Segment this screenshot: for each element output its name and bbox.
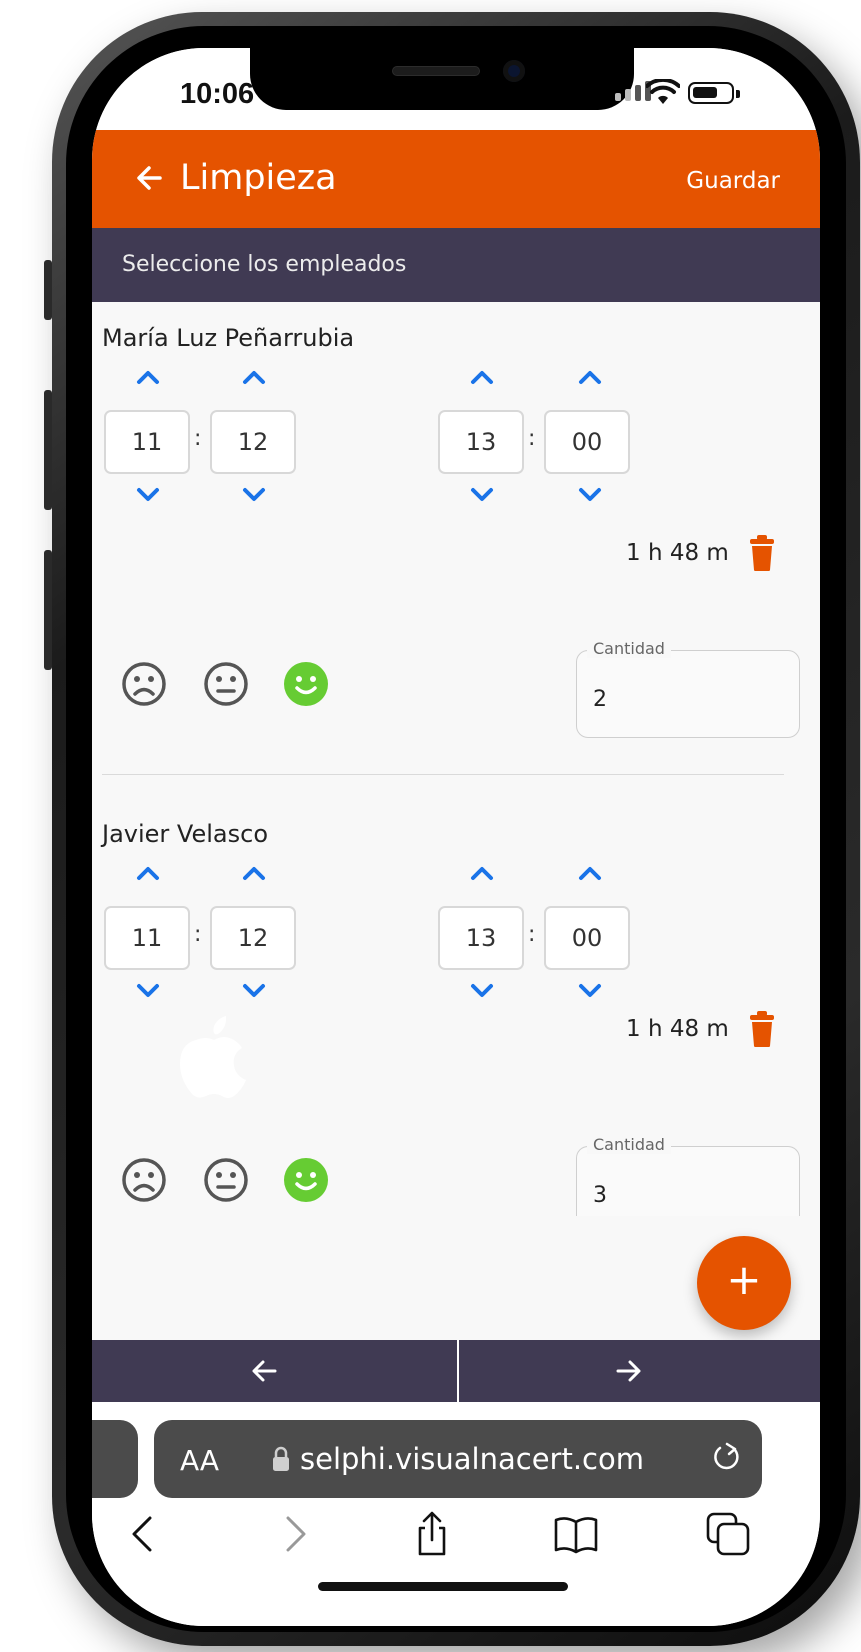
text-size-button[interactable]: AA: [180, 1444, 219, 1477]
start-hour-up-chevron-icon[interactable]: [134, 860, 162, 888]
camera: [503, 60, 525, 82]
reload-icon[interactable]: [708, 1440, 744, 1476]
silent-switch: [44, 260, 52, 320]
quantity-label: Cantidad: [587, 1135, 671, 1154]
volume-up-button: [44, 390, 52, 510]
back-chevron-icon[interactable]: [120, 1510, 168, 1558]
instruction-text: Seleccione los empleados: [122, 252, 407, 277]
neutral-face-icon[interactable]: [202, 660, 250, 708]
end-hour-up-chevron-icon[interactable]: [468, 364, 496, 392]
share-icon[interactable]: [408, 1510, 456, 1558]
status-bar: 10:06: [92, 48, 820, 130]
end-minute-input[interactable]: 00: [544, 410, 630, 474]
sad-face-icon[interactable]: [120, 1156, 168, 1204]
apple-logo-watermark-icon: [180, 1016, 246, 1098]
instruction-bar: Seleccione los empleados: [92, 228, 820, 302]
battery-icon: [688, 82, 740, 104]
happy-face-icon[interactable]: [282, 1156, 330, 1204]
home-indicator: [318, 1582, 568, 1591]
duration-text: 1 h 48 m: [626, 1016, 729, 1042]
url-text: selphi.visualnacert.com: [300, 1442, 644, 1476]
employee-name: Javier Velasco: [102, 820, 268, 848]
end-minute-down-chevron-icon[interactable]: [576, 976, 604, 1004]
start-minute-up-chevron-icon[interactable]: [240, 364, 268, 392]
end-minute-down-chevron-icon[interactable]: [576, 480, 604, 508]
start-hour-up-chevron-icon[interactable]: [134, 364, 162, 392]
tabs-icon[interactable]: [704, 1510, 752, 1558]
end-hour-down-chevron-icon[interactable]: [468, 976, 496, 1004]
happy-face-icon[interactable]: [282, 660, 330, 708]
end-hour-input[interactable]: 13: [438, 410, 524, 474]
next-button[interactable]: [459, 1340, 820, 1402]
arrow-right-icon: [616, 1360, 641, 1382]
forward-chevron-icon[interactable]: [270, 1510, 318, 1558]
end-minute-up-chevron-icon[interactable]: [576, 860, 604, 888]
add-employee-button[interactable]: +: [697, 1236, 791, 1330]
sad-face-icon[interactable]: [120, 660, 168, 708]
previous-tab-preview[interactable]: [92, 1420, 138, 1498]
wifi-icon: [646, 79, 680, 104]
quantity-label: Cantidad: [587, 639, 671, 658]
lock-icon: [273, 1446, 289, 1471]
bookmarks-icon[interactable]: [552, 1510, 600, 1558]
neutral-face-icon[interactable]: [202, 1156, 250, 1204]
start-minute-down-chevron-icon[interactable]: [240, 480, 268, 508]
arrow-left-icon: [252, 1360, 277, 1382]
time-separator: :: [194, 922, 202, 947]
employee-card: María Luz Peñarrubia 11 : 12 13 : 00 1 h…: [92, 302, 820, 782]
employee-name: María Luz Peñarrubia: [102, 324, 355, 352]
quantity-value[interactable]: 3: [593, 1183, 607, 1208]
trash-icon[interactable]: [748, 1010, 776, 1048]
start-minute-input[interactable]: 12: [210, 410, 296, 474]
app-header: Limpieza Guardar: [92, 130, 820, 228]
speaker: [392, 66, 480, 76]
notch: [250, 48, 634, 110]
address-bar[interactable]: AA selphi.visualnacert.com: [154, 1420, 762, 1498]
end-hour-input[interactable]: 13: [438, 906, 524, 970]
time-separator: :: [528, 922, 536, 947]
start-minute-down-chevron-icon[interactable]: [240, 976, 268, 1004]
start-hour-down-chevron-icon[interactable]: [134, 976, 162, 1004]
start-minute-up-chevron-icon[interactable]: [240, 860, 268, 888]
browser-toolbar: AA selphi.visualnacert.com: [92, 1402, 820, 1626]
previous-button[interactable]: [92, 1340, 454, 1402]
quantity-field[interactable]: Cantidad 3: [576, 1135, 800, 1216]
time-separator: :: [194, 426, 202, 451]
quantity-field[interactable]: Cantidad 2: [576, 639, 800, 738]
duration-text: 1 h 48 m: [626, 540, 729, 566]
start-minute-input[interactable]: 12: [210, 906, 296, 970]
start-hour-down-chevron-icon[interactable]: [134, 480, 162, 508]
save-button[interactable]: Guardar: [686, 168, 780, 194]
quantity-value[interactable]: 2: [593, 687, 607, 712]
start-hour-input[interactable]: 11: [104, 410, 190, 474]
trash-icon[interactable]: [748, 534, 776, 572]
end-hour-down-chevron-icon[interactable]: [468, 480, 496, 508]
status-time: 10:06: [180, 78, 255, 110]
end-minute-input[interactable]: 00: [544, 906, 630, 970]
end-hour-up-chevron-icon[interactable]: [468, 860, 496, 888]
time-separator: :: [528, 426, 536, 451]
back-arrow-icon[interactable]: [130, 158, 170, 198]
bottom-navigation: [92, 1340, 820, 1402]
volume-down-button: [44, 550, 52, 670]
card-divider: [102, 774, 784, 775]
end-minute-up-chevron-icon[interactable]: [576, 364, 604, 392]
page-title: Limpieza: [180, 158, 337, 198]
phone-screen: 10:06 Limpieza Guardar Seleccione los em…: [92, 48, 820, 1626]
start-hour-input[interactable]: 11: [104, 906, 190, 970]
employee-card: Javier Velasco 11 : 12 13 : 00 1 h 48 m: [92, 798, 820, 1278]
